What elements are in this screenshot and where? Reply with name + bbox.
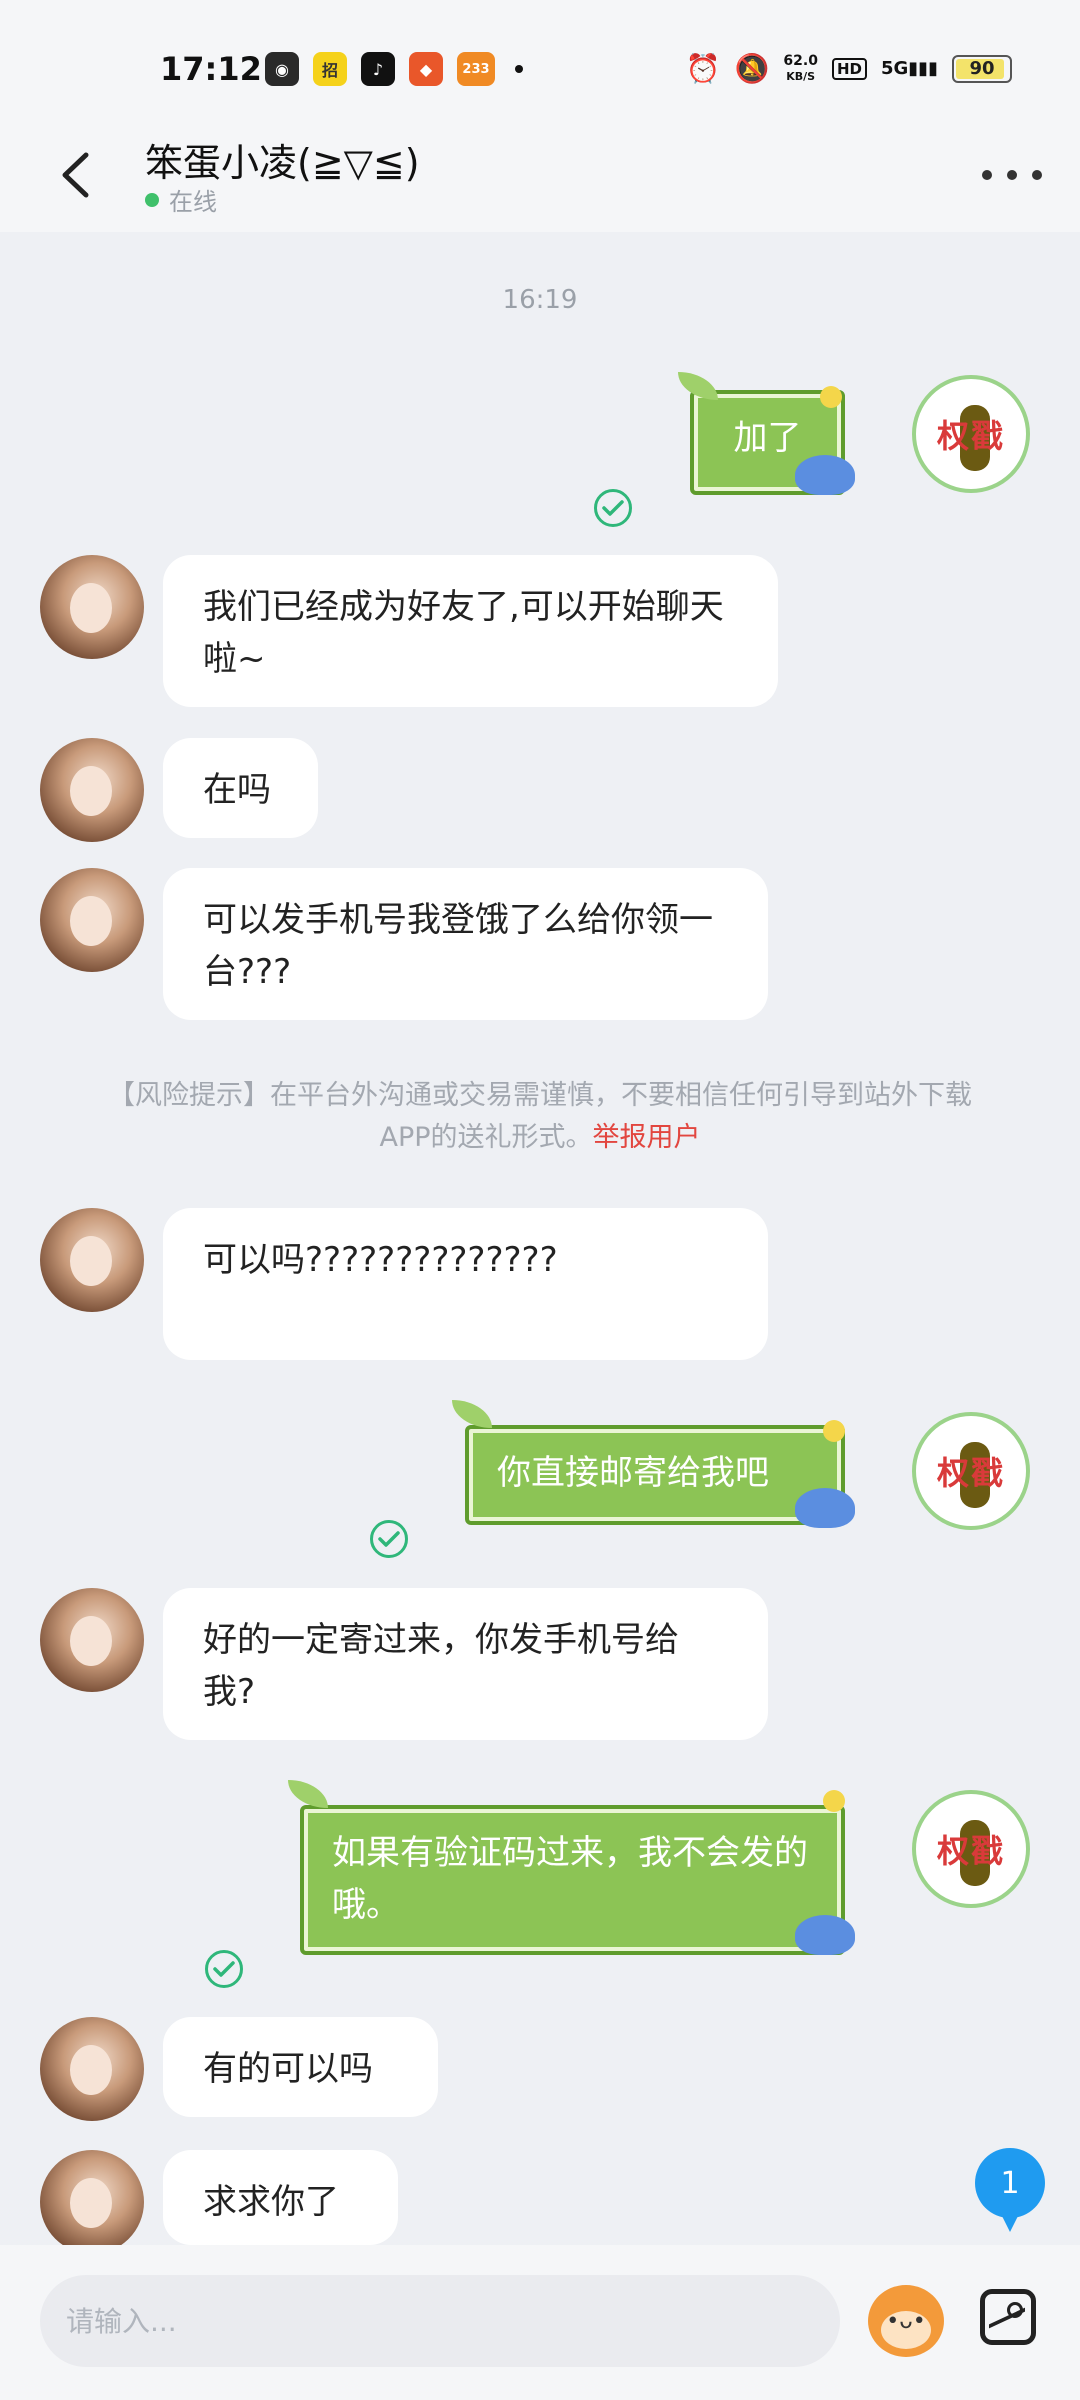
net-speed-unit: KB/S bbox=[786, 69, 816, 83]
zhaopin-app-icon: 招 bbox=[313, 52, 347, 86]
battery-icon: 90 bbox=[952, 54, 1012, 83]
image-picker-button[interactable] bbox=[980, 2289, 1036, 2345]
received-message-bubble[interactable]: 可以发手机号我登饿了么给你领一台??? bbox=[163, 868, 768, 1020]
mute-icon: 🔕 bbox=[734, 52, 770, 85]
net-speed: 62.0 KB/S bbox=[783, 53, 818, 85]
avatar-seal-text: 权戳 bbox=[936, 417, 1005, 455]
message-text: 加了 bbox=[733, 418, 802, 458]
received-message-bubble[interactable]: 求求你了 bbox=[163, 2150, 398, 2245]
fox-decoration-icon bbox=[795, 455, 855, 495]
emoji-mascot-icon: •ᴗ• bbox=[886, 2308, 926, 2334]
read-check-icon bbox=[205, 1950, 243, 1988]
chat-timestamp: 16:19 bbox=[502, 285, 578, 315]
received-message-bubble[interactable]: 可以吗?????????????? bbox=[163, 1208, 768, 1360]
hd-badge: HD bbox=[831, 57, 867, 80]
read-check-icon bbox=[370, 1520, 408, 1558]
risk-notice-text: 【风险提示】在平台外沟通或交易需谨慎，不要相信任何引导到站外下载APP的送礼形式… bbox=[108, 1080, 972, 1153]
contact-avatar[interactable] bbox=[40, 738, 144, 842]
message-text: 可以吗?????????????? bbox=[203, 1240, 558, 1280]
more-notifications-dot-icon bbox=[515, 65, 523, 73]
status-app-icons: ◉ 招 ♪ ◆ 233 bbox=[265, 52, 523, 86]
chevron-left-icon bbox=[62, 152, 89, 198]
contact-avatar[interactable] bbox=[40, 555, 144, 659]
message-text: 有的可以吗 bbox=[203, 2049, 373, 2089]
my-avatar[interactable]: 权戳 bbox=[912, 375, 1030, 493]
online-status: 在线 bbox=[145, 182, 217, 217]
sent-message-bubble[interactable]: 如果有验证码过来，我不会发的哦。 bbox=[300, 1805, 845, 1955]
message-text: 求求你了 bbox=[203, 2182, 339, 2222]
battery-level: 90 bbox=[969, 58, 995, 79]
contact-avatar[interactable] bbox=[40, 2017, 144, 2121]
avatar-seal-text: 权戳 bbox=[936, 1832, 1005, 1870]
leaf-decoration-icon bbox=[288, 1780, 328, 1808]
flower-decoration-icon bbox=[823, 1420, 845, 1442]
status-right: ⏰ 🔕 62.0 KB/S HD 5G▮▮▮ 90 bbox=[686, 52, 1012, 85]
signal-icon: 5G▮▮▮ bbox=[880, 58, 938, 79]
received-message-bubble[interactable]: 有的可以吗 bbox=[163, 2017, 438, 2117]
my-avatar[interactable]: 权戳 bbox=[912, 1790, 1030, 1908]
online-status-text: 在线 bbox=[169, 188, 217, 216]
message-text: 我们已经成为好友了,可以开始聊天啦~ bbox=[203, 587, 724, 679]
message-text: 在吗 bbox=[203, 770, 271, 810]
dot-icon bbox=[1032, 170, 1042, 180]
read-check-icon bbox=[594, 489, 632, 527]
unread-count: 1 bbox=[1000, 2165, 1020, 2201]
contact-avatar[interactable] bbox=[40, 1588, 144, 1692]
received-message-bubble[interactable]: 好的一定寄过来，你发手机号给我? bbox=[163, 1588, 768, 1740]
message-input[interactable] bbox=[40, 2275, 840, 2367]
wechat-app-icon: ◉ bbox=[265, 52, 299, 86]
233-app-icon: 233 bbox=[457, 52, 495, 86]
emoji-button[interactable]: •ᴗ• bbox=[868, 2285, 944, 2357]
fox-decoration-icon bbox=[795, 1915, 855, 1955]
fox-decoration-icon bbox=[795, 1488, 855, 1528]
message-text: 可以发手机号我登饿了么给你领一台??? bbox=[203, 900, 713, 992]
dot-icon bbox=[982, 170, 992, 180]
tiktok-app-icon: ♪ bbox=[361, 52, 395, 86]
contact-avatar[interactable] bbox=[40, 2150, 144, 2254]
my-avatar[interactable]: 权戳 bbox=[912, 1412, 1030, 1530]
signal-label: 5G bbox=[880, 58, 909, 79]
unread-messages-button[interactable]: 1 bbox=[975, 2148, 1045, 2232]
leaf-decoration-icon bbox=[678, 372, 718, 400]
message-text: 好的一定寄过来，你发手机号给我? bbox=[203, 1620, 679, 1712]
risk-notice: 【风险提示】在平台外沟通或交易需谨慎，不要相信任何引导到站外下载APP的送礼形式… bbox=[90, 1075, 990, 1159]
more-options-button[interactable] bbox=[982, 150, 1042, 200]
back-button[interactable] bbox=[50, 145, 100, 205]
sent-message-bubble[interactable]: 你直接邮寄给我吧 bbox=[465, 1425, 845, 1525]
contact-avatar[interactable] bbox=[40, 1208, 144, 1312]
online-dot-icon bbox=[145, 192, 159, 207]
status-bar: 17:12 ◉ 招 ♪ ◆ 233 ⏰ 🔕 62.0 KB/S HD 5G▮▮▮… bbox=[0, 0, 1080, 140]
message-text: 你直接邮寄给我吧 bbox=[497, 1453, 769, 1493]
flower-decoration-icon bbox=[820, 386, 842, 408]
message-text: 如果有验证码过来，我不会发的哦。 bbox=[332, 1833, 808, 1925]
contact-avatar[interactable] bbox=[40, 868, 144, 972]
chat-header: 笨蛋小凌(≧▽≦) 在线 bbox=[0, 120, 1080, 232]
game-app-icon: ◆ bbox=[409, 52, 443, 86]
net-speed-value: 62.0 bbox=[783, 52, 818, 69]
status-time: 17:12 bbox=[160, 50, 262, 88]
leaf-decoration-icon bbox=[452, 1400, 492, 1428]
dot-icon bbox=[1007, 170, 1017, 180]
alarm-icon: ⏰ bbox=[685, 52, 721, 85]
received-message-bubble[interactable]: 在吗 bbox=[163, 738, 318, 838]
input-bar: •ᴗ• bbox=[0, 2245, 1080, 2400]
report-user-link[interactable]: 举报用户 bbox=[593, 1122, 701, 1153]
received-message-bubble[interactable]: 我们已经成为好友了,可以开始聊天啦~ bbox=[163, 555, 778, 707]
flower-decoration-icon bbox=[823, 1790, 845, 1812]
chat-title: 笨蛋小凌(≧▽≦) bbox=[145, 141, 420, 185]
avatar-seal-text: 权戳 bbox=[936, 1454, 1005, 1492]
